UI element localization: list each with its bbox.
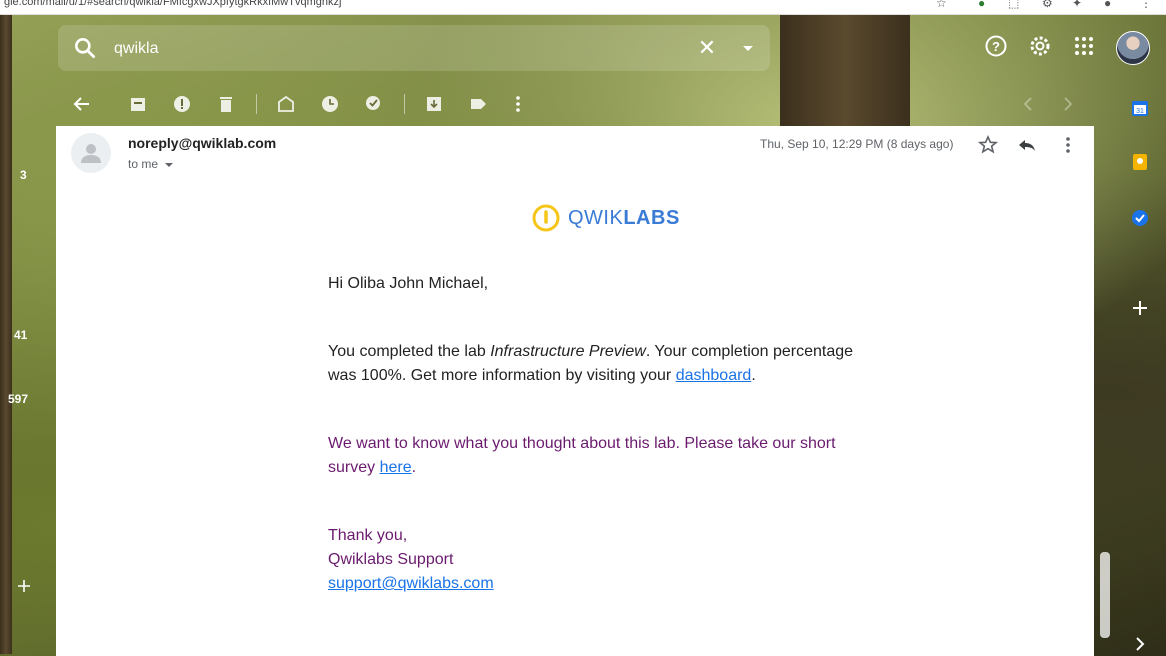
- newer-chevron-left-icon[interactable]: [1018, 94, 1038, 114]
- extension-icon[interactable]: ●: [978, 0, 985, 10]
- account-avatar[interactable]: [1116, 31, 1150, 65]
- team-line: Qwiklabs Support: [328, 551, 454, 568]
- bookmark-star-icon[interactable]: ☆: [936, 0, 947, 10]
- label-icon[interactable]: [468, 94, 488, 114]
- profile-icon[interactable]: ●: [1104, 0, 1111, 10]
- sender-avatar: [71, 133, 111, 173]
- email-date: Thu, Sep 10, 12:29 PM (8 days ago): [760, 137, 954, 151]
- apps-grid-icon[interactable]: [1072, 34, 1096, 58]
- left-sidebar: 3 41 597: [0, 0, 56, 656]
- search-icon[interactable]: [72, 35, 98, 61]
- help-icon[interactable]: ?: [984, 34, 1008, 58]
- star-icon[interactable]: [978, 135, 998, 155]
- keep-notes-icon[interactable]: [1130, 152, 1150, 172]
- logo-text-light: QWIK: [568, 207, 624, 229]
- completion-paragraph: You completed the lab Infrastructure Pre…: [328, 340, 868, 388]
- reply-icon[interactable]: [1017, 135, 1037, 155]
- qwiklabs-logo-text: QWIKLABS: [568, 207, 680, 230]
- move-to-icon[interactable]: [424, 94, 444, 114]
- add-addon-plus-icon[interactable]: [1130, 298, 1150, 318]
- toolbar-divider: [256, 94, 257, 114]
- browser-menu-icon[interactable]: ⋮: [1140, 0, 1152, 10]
- svg-text:?: ?: [992, 39, 1000, 54]
- greeting: Hi Oliba John Michael,: [328, 275, 489, 292]
- browser-url-bar[interactable]: gle.com/mail/u/1/#search/qwikla/FMfcgxwJ…: [0, 0, 1166, 15]
- more-vert-icon[interactable]: [508, 94, 528, 114]
- delete-trash-icon[interactable]: [216, 94, 236, 114]
- message-toolbar: [56, 86, 1096, 120]
- para1-text: You completed the lab: [328, 343, 491, 360]
- search-input[interactable]: [112, 35, 676, 63]
- para1-text: .: [751, 367, 756, 384]
- add-task-icon[interactable]: [364, 94, 384, 114]
- settings-gear-icon[interactable]: [1028, 34, 1052, 58]
- dashboard-link[interactable]: dashboard: [676, 367, 752, 384]
- extension-icon[interactable]: ⚙: [1042, 0, 1053, 10]
- sender-email: noreply@qwiklab.com: [128, 135, 277, 151]
- recipient-label: to me: [128, 157, 159, 171]
- snooze-clock-icon[interactable]: [320, 94, 340, 114]
- sidebar-count: 597: [8, 392, 29, 406]
- sidebar-count: 41: [14, 328, 28, 342]
- signature: Thank you, Qwiklabs Support support@qwik…: [328, 524, 868, 596]
- expand-panel-chevron-icon[interactable]: [1130, 634, 1150, 654]
- plus-icon[interactable]: [16, 578, 32, 594]
- scrollbar[interactable]: [1100, 552, 1110, 638]
- person-icon: [81, 144, 101, 163]
- tasks-icon[interactable]: [1130, 208, 1150, 228]
- para2-text: .: [411, 459, 417, 476]
- mail-search-bar: ✕: [58, 25, 770, 71]
- chevron-down-icon[interactable]: [163, 160, 175, 170]
- archive-icon[interactable]: [128, 94, 148, 114]
- sidebar-count: 3: [20, 168, 27, 182]
- more-vert-icon[interactable]: [1058, 135, 1078, 155]
- recipient-details[interactable]: to me: [128, 157, 175, 171]
- extension-icon[interactable]: ⬚: [1008, 0, 1019, 10]
- qwiklabs-logo-icon: [532, 204, 560, 232]
- mark-unread-icon[interactable]: [276, 94, 296, 114]
- lab-name: Infrastructure Preview: [490, 343, 646, 360]
- survey-link[interactable]: here: [380, 459, 412, 476]
- logo-text-bold: LABS: [623, 207, 680, 229]
- survey-paragraph: We want to know what you thought about t…: [328, 432, 868, 480]
- report-spam-icon[interactable]: [172, 94, 192, 114]
- older-chevron-right-icon[interactable]: [1058, 94, 1078, 114]
- calendar-icon[interactable]: 31: [1130, 98, 1150, 118]
- toolbar-divider: [404, 94, 405, 114]
- support-email-link[interactable]: support@qwiklabs.com: [328, 575, 494, 592]
- search-options-icon[interactable]: [738, 35, 758, 61]
- back-arrow-icon[interactable]: [72, 94, 92, 114]
- extension-icon[interactable]: ✦: [1072, 0, 1082, 10]
- calendar-day: 31: [1136, 108, 1144, 115]
- clear-search-icon[interactable]: ✕: [694, 35, 720, 61]
- email-message: noreply@qwiklab.com to me Thu, Sep 10, 1…: [56, 126, 1094, 656]
- thanks-line: Thank you,: [328, 527, 408, 544]
